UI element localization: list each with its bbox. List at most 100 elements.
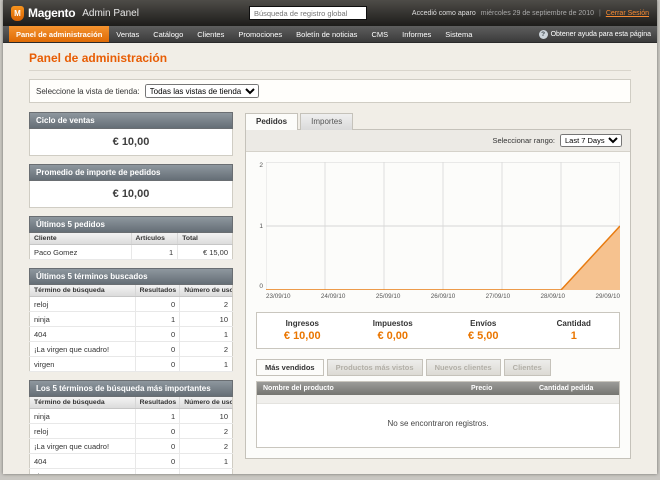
last-search-terms-panel: Últimos 5 términos buscados Término de b…: [29, 268, 233, 372]
table-row[interactable]: ninja 1 10: [30, 409, 233, 424]
tab-productos-mas-vistos[interactable]: Productos más vistos: [327, 359, 423, 376]
total-label: Impuestos: [348, 319, 439, 328]
last-orders-table: Cliente Artículos Total Paco Gomez 1 € 1…: [29, 233, 233, 260]
panel-title: Últimos 5 términos buscados: [29, 268, 233, 285]
panel-title: Últimos 5 pedidos: [29, 216, 233, 233]
top-search-terms-table: Término de búsqueda Resultados Número de…: [29, 397, 233, 474]
cell-items: 1: [131, 245, 178, 260]
table-row[interactable]: ¡La virgen que cuadro! 0 2: [30, 439, 233, 454]
cell-term: reloj: [30, 297, 136, 312]
cell-results: 0: [135, 424, 180, 439]
cell-uses: 2: [180, 342, 233, 357]
col-header: Término de búsqueda: [30, 285, 136, 297]
logout-link[interactable]: Cerrar Sesión: [606, 10, 649, 17]
cell-uses: 2: [180, 439, 233, 454]
nav-item-ventas[interactable]: Ventas: [109, 26, 146, 42]
orders-panel: Seleccionar rango: Last 7 Days 2 1 0: [245, 129, 631, 459]
tab-clientes[interactable]: Clientes: [504, 359, 551, 376]
cell-term: ninja: [30, 312, 136, 327]
store-view-label: Seleccione la vista de tienda:: [36, 87, 140, 96]
panel-title: Ciclo de ventas: [29, 112, 233, 129]
table-row[interactable]: 404 0 1: [30, 454, 233, 469]
x-tick: 28/09/10: [541, 293, 566, 300]
cell-term: virgen: [30, 357, 136, 372]
table-row[interactable]: reloj 0 2: [30, 297, 233, 312]
x-tick: 27/09/10: [486, 293, 511, 300]
cell-uses: 1: [180, 327, 233, 342]
nav-item-cms[interactable]: CMS: [364, 26, 395, 42]
lifetime-sales-panel: Ciclo de ventas € 10,00: [29, 112, 233, 156]
cell-uses: 1: [180, 454, 233, 469]
nav-item-clientes[interactable]: Clientes: [190, 26, 231, 42]
x-tick: 23/09/10: [266, 293, 291, 300]
total-value: € 10,00: [257, 330, 348, 342]
main-nav: Panel de administración Ventas Catálogo …: [3, 26, 657, 43]
total-value: € 5,00: [438, 330, 529, 342]
table-row[interactable]: ¡La virgen que cuadro! 0 2: [30, 342, 233, 357]
cell-results: 1: [135, 312, 180, 327]
top-search-terms-panel: Los 5 términos de búsqueda más important…: [29, 380, 233, 474]
cell-term: 404: [30, 327, 136, 342]
total-label: Ingresos: [257, 319, 348, 328]
global-search-input[interactable]: [249, 6, 367, 20]
nav-item-dashboard[interactable]: Panel de administración: [9, 26, 109, 42]
table-row[interactable]: virgen 0 1: [30, 357, 233, 372]
cell-results: 0: [135, 454, 180, 469]
cell-uses: 1: [180, 357, 233, 372]
total-impuestos: Impuestos € 0,00: [348, 319, 439, 342]
x-tick: 24/09/10: [321, 293, 346, 300]
store-view-select[interactable]: Todas las vistas de tienda: [145, 84, 259, 98]
col-header: Número de usos: [180, 285, 233, 297]
nav-item-promociones[interactable]: Promociones: [231, 26, 289, 42]
cell-term: virge: [30, 469, 136, 475]
cell-uses: 10: [180, 409, 233, 424]
magento-logo: Magento Admin Panel: [11, 6, 139, 21]
help-link[interactable]: Obtener ayuda para esta página: [539, 26, 651, 42]
x-tick: 29/09/10: [595, 293, 620, 300]
tab-nuevos-clientes[interactable]: Nuevos clientes: [426, 359, 501, 376]
cell-uses: 2: [180, 424, 233, 439]
table-row[interactable]: Paco Gomez 1 € 15,00: [30, 245, 233, 260]
col-header: Total: [178, 233, 233, 245]
nav-item-sistema[interactable]: Sistema: [438, 26, 479, 42]
range-label: Seleccionar rango:: [492, 136, 555, 145]
range-select[interactable]: Last 7 Days: [560, 134, 622, 147]
page-content: Panel de administración Seleccione la vi…: [3, 43, 657, 474]
cell-total: € 15,00: [178, 245, 233, 260]
table-row[interactable]: ninja 1 10: [30, 312, 233, 327]
empty-row-stripe: [257, 395, 619, 404]
cell-term: reloj: [30, 424, 136, 439]
nav-item-informes[interactable]: Informes: [395, 26, 438, 42]
y-tick: 0: [259, 283, 263, 290]
tab-pedidos[interactable]: Pedidos: [245, 113, 298, 130]
page-title: Panel de administración: [29, 51, 631, 71]
table-row[interactable]: virge 0 1: [30, 469, 233, 475]
cell-results: 0: [135, 327, 180, 342]
cell-results: 0: [135, 342, 180, 357]
dashboard-columns: Ciclo de ventas € 10,00 Promedio de impo…: [29, 112, 631, 474]
last-search-terms-table: Término de búsqueda Resultados Número de…: [29, 285, 233, 372]
col-header: Cantidad pedida: [533, 382, 619, 395]
logo-subtitle: Admin Panel: [82, 8, 139, 19]
col-header: Término de búsqueda: [30, 397, 136, 409]
header-user-area: Accedió como aparo miércoles 29 de septi…: [412, 10, 649, 17]
cell-results: 0: [135, 439, 180, 454]
table-row[interactable]: 404 0 1: [30, 327, 233, 342]
nav-item-catalogo[interactable]: Catálogo: [146, 26, 190, 42]
chart-plot-svg: [266, 162, 620, 290]
panel-title: Promedio de importe de pedidos: [29, 164, 233, 181]
help-icon: [539, 30, 548, 39]
cell-customer: Paco Gomez: [30, 245, 132, 260]
empty-message: No se encontraron registros.: [257, 404, 619, 447]
total-envios: Envíos € 5,00: [438, 319, 529, 342]
total-value: € 0,00: [348, 330, 439, 342]
app-header: Magento Admin Panel Accedió como aparo m…: [3, 0, 657, 26]
tab-mas-vendidos[interactable]: Más vendidos: [256, 359, 324, 376]
lifetime-sales-value: € 10,00: [29, 129, 233, 156]
table-row[interactable]: reloj 0 2: [30, 424, 233, 439]
x-tick: 26/09/10: [431, 293, 456, 300]
tab-importes[interactable]: Importes: [300, 113, 353, 130]
x-tick: 25/09/10: [376, 293, 401, 300]
nav-item-boletin[interactable]: Boletín de noticias: [289, 26, 364, 42]
sidebar-column: Ciclo de ventas € 10,00 Promedio de impo…: [29, 112, 233, 474]
